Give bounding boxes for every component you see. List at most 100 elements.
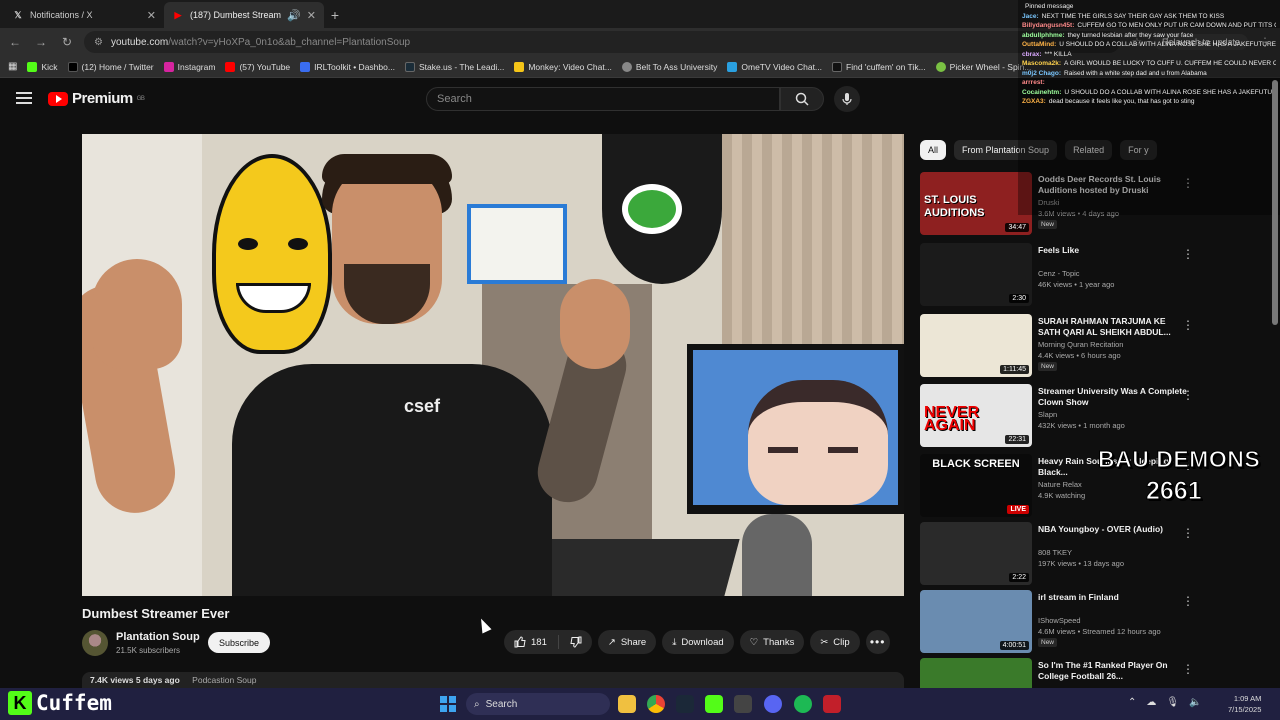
microphone-icon[interactable]: 🎙 (1166, 697, 1179, 708)
steam-icon[interactable] (676, 695, 694, 713)
avatar[interactable] (82, 630, 108, 656)
search-button[interactable] (780, 87, 824, 111)
chevron-up-icon[interactable]: ⌃ (1128, 697, 1136, 708)
chat-username: OuttaMind: (1022, 41, 1057, 48)
bookmark-youtube[interactable]: (57) YouTube (225, 61, 290, 72)
close-tab-icon[interactable]: ✕ (307, 9, 316, 22)
close-tab-icon[interactable]: ✕ (147, 9, 156, 22)
thumbs-down-icon[interactable] (570, 636, 582, 648)
bookmark-stake[interactable]: Stake.us - The Leadi... (404, 61, 504, 72)
video-meta: 46K views • 1 year ago (1038, 280, 1115, 289)
url-host: youtube.com (110, 36, 169, 48)
address-bar[interactable]: ⚙ youtube.com/watch?v=yHoXPa_0n1o&ab_cha… (84, 31, 1120, 53)
video-thumbnail[interactable]: 2:30 (920, 243, 1032, 306)
video-title[interactable]: SURAH RAHMAN TARJUMA KE SATH QARI AL SHE… (1038, 316, 1188, 338)
recommendation-card[interactable]: 4:00:51 irl stream in Finland IShowSpeed 4.… (920, 590, 1200, 654)
bookmark-irltoolkit[interactable]: IRLToolkit • Dashbo... (300, 61, 395, 72)
share-button[interactable]: ↗ Share (597, 630, 657, 654)
more-options-icon[interactable]: ⋮ (1182, 318, 1194, 332)
bookmark-monkey[interactable]: Monkey: Video Chat... (514, 61, 612, 72)
channel-name[interactable]: IShowSpeed (1038, 616, 1081, 625)
bookmark-label: Belt To Ass University (635, 61, 718, 72)
download-button[interactable]: ⤓ Download (662, 630, 734, 654)
taskbar-clock[interactable]: 1:09 AM 7/15/2025 (1228, 693, 1261, 715)
youtube-icon (225, 61, 236, 72)
like-button[interactable]: 181 (514, 636, 547, 648)
reload-icon[interactable]: ↻ (58, 33, 76, 51)
thanks-label: Thanks (763, 636, 795, 648)
search-input[interactable]: Search (426, 87, 780, 111)
obs-icon[interactable] (823, 695, 841, 713)
video-thumbnail[interactable]: 4:00:51 (920, 590, 1032, 653)
discord-icon[interactable] (764, 695, 782, 713)
chrome-icon[interactable] (647, 695, 665, 713)
more-options-icon[interactable]: ⋮ (1182, 662, 1194, 676)
recommendation-card[interactable]: 1:11:45 SURAH RAHMAN TARJUMA KE SATH QARI… (920, 314, 1200, 378)
video-title[interactable]: NBA Youngboy - OVER (Audio) (1038, 524, 1188, 535)
voice-search-button[interactable] (834, 86, 860, 112)
volume-icon[interactable]: 🔈 (1189, 697, 1201, 708)
menu-icon[interactable] (16, 92, 32, 104)
bookmark-instagram[interactable]: Instagram (163, 61, 215, 72)
recommendation-card[interactable]: 2:30 Feels Like Cenz - Topic 46K views • 1 … (920, 243, 1200, 307)
more-options-icon[interactable]: ⋮ (1182, 388, 1194, 402)
audio-icon[interactable]: 🔊 (287, 9, 301, 22)
more-actions-button[interactable]: ••• (865, 630, 890, 654)
recommendation-card[interactable]: NEVER AGAIN 22:31 Streamer University Was … (920, 384, 1200, 448)
file-explorer-icon[interactable] (618, 695, 636, 713)
video-title[interactable]: Feels Like (1038, 245, 1188, 256)
bookmark-kick[interactable]: Kick (27, 61, 58, 72)
channel-name[interactable]: Nature Relax (1038, 480, 1082, 489)
subscribe-button[interactable]: Subscribe (208, 632, 270, 653)
chip-all[interactable]: All (920, 140, 947, 160)
app-icon[interactable] (734, 695, 752, 713)
channel-name[interactable]: 808 TKEY (1038, 548, 1072, 557)
clip-button[interactable]: ✂ Clip (810, 630, 860, 654)
video-title[interactable]: irl stream in Finland (1038, 592, 1188, 603)
video-thumbnail[interactable]: NEVER AGAIN 22:31 (920, 384, 1032, 447)
bookmark-twitter[interactable]: (12) Home / Twitter (67, 61, 154, 72)
video-thumbnail[interactable]: 1:11:45 (920, 314, 1032, 377)
network-icon[interactable]: ☁ (1146, 697, 1156, 708)
channel-name[interactable]: Plantation Soup (116, 631, 200, 643)
youtube-premium-logo[interactable]: Premium GB (48, 90, 145, 107)
back-icon[interactable]: ← (6, 33, 24, 51)
forward-icon[interactable]: → (32, 33, 50, 51)
page-scrollbar[interactable] (1272, 80, 1278, 325)
channel-name[interactable]: Cenz - Topic (1038, 269, 1080, 278)
bookmark-tiktok[interactable]: Find 'cuffem' on Tik... (832, 61, 926, 72)
video-thumbnail[interactable]: 2:22 (920, 522, 1032, 585)
tab-notifications[interactable]: 𝕏 Notifications / X ✕ (4, 2, 164, 28)
more-options-icon[interactable]: ⋮ (1182, 594, 1194, 608)
video-title[interactable]: So I'm The #1 Ranked Player On College F… (1038, 660, 1188, 682)
tab-youtube-video[interactable]: ▶ (187) Dumbest Streamer E 🔊 ✕ (164, 2, 324, 28)
chat-message: Mascoma2k: A GIRL WOULD BE LUCKY TO CUFF … (1022, 59, 1276, 69)
site-info-icon[interactable]: ⚙ (94, 37, 103, 48)
time: 1:09 AM (1233, 694, 1262, 703)
new-tab-button[interactable]: + (324, 2, 346, 28)
channel-name[interactable]: Morning Quran Recitation (1038, 340, 1123, 349)
windows-taskbar: K Cuffem ⌕ Search ⌃ ☁ 🎙 🔈 1:09 AM 7/15/2… (0, 688, 1280, 720)
video-player[interactable]: csef (82, 134, 904, 596)
video-thumbnail[interactable]: BLACK SCREEN LIVE (920, 454, 1032, 517)
tab-title: (187) Dumbest Streamer E (190, 10, 282, 20)
taskbar-search[interactable]: ⌕ Search (466, 693, 610, 715)
chat-message: cbrax: *** KILLA (1022, 50, 1276, 60)
video-meta: 4.6M views • Streamed 12 hours ago (1038, 627, 1161, 636)
kick-app-icon[interactable] (705, 695, 723, 713)
video-thumbnail[interactable]: ST. LOUIS AUDITIONS 34:47 (920, 172, 1032, 235)
apps-grid-icon[interactable]: ▦ (8, 61, 17, 72)
recommendation-card[interactable]: 2:22 NBA Youngboy - OVER (Audio) 808 TKEY 1… (920, 522, 1200, 586)
more-options-icon[interactable]: ⋮ (1182, 247, 1194, 261)
channel-name[interactable]: Slapn (1038, 410, 1057, 419)
spotify-icon[interactable] (794, 695, 812, 713)
bookmark-belt[interactable]: Belt To Ass University (621, 61, 718, 72)
video-frame-whiteboard (467, 204, 567, 284)
video-duration: 34:47 (1005, 223, 1029, 232)
more-options-icon[interactable]: ⋮ (1182, 526, 1194, 540)
video-title[interactable]: Streamer University Was A Complete Clown… (1038, 386, 1188, 408)
windows-start-icon[interactable] (440, 696, 456, 712)
thanks-button[interactable]: ♡ Thanks (739, 630, 805, 654)
bookmark-ometv[interactable]: OmeTV Video Chat... (727, 61, 822, 72)
video-meta: 4.9K watching (1038, 491, 1086, 500)
